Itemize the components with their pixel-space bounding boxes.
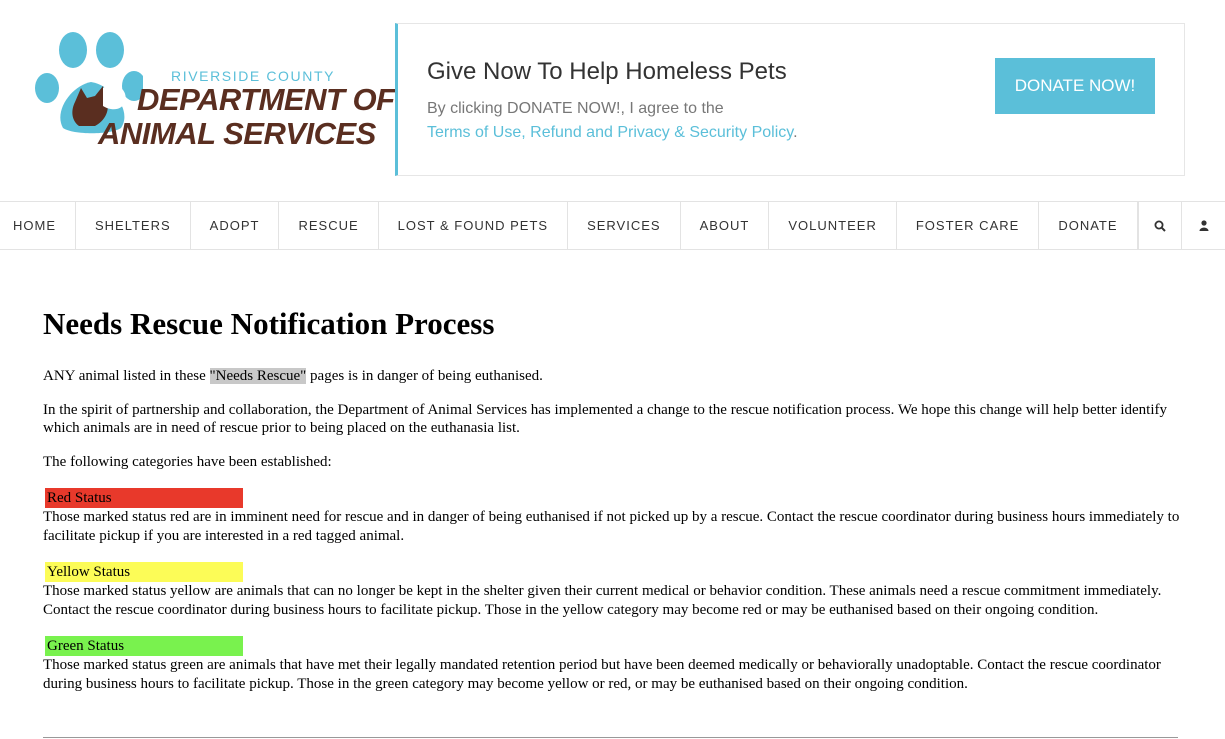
- status-yellow-description: Those marked status yellow are animals t…: [43, 583, 1162, 618]
- nav-about[interactable]: ABOUT: [681, 202, 770, 249]
- nav-donate[interactable]: DONATE: [1039, 202, 1138, 249]
- status-badge-yellow: Yellow Status: [45, 562, 243, 583]
- main-content: Needs Rescue Notification Process ANY an…: [43, 305, 1183, 693]
- status-red-description: Those marked status red are in imminent …: [43, 509, 1180, 544]
- site-logo[interactable]: RIVERSIDE COUNTY DEPARTMENT OF ANIMAL SE…: [33, 30, 395, 155]
- search-button[interactable]: [1137, 202, 1182, 249]
- content-divider: [43, 737, 1178, 738]
- nav-foster-care[interactable]: FOSTER CARE: [897, 202, 1040, 249]
- nav-volunteer[interactable]: VOLUNTEER: [769, 202, 897, 249]
- search-icon: [1154, 220, 1166, 232]
- nav-rescue[interactable]: RESCUE: [279, 202, 379, 249]
- nav-shelters[interactable]: SHELTERS: [76, 202, 191, 249]
- promo-title: Give Now To Help Homeless Pets: [427, 58, 787, 85]
- intro-after: pages is in danger of being euthanised.: [306, 368, 543, 385]
- nav-adopt[interactable]: ADOPT: [191, 202, 280, 249]
- account-button[interactable]: [1181, 202, 1225, 249]
- nav-home[interactable]: HOME: [0, 202, 76, 249]
- status-badge-red: Red Status: [45, 488, 243, 509]
- intro-before: ANY animal listed in these: [43, 368, 210, 385]
- logo-line-1: DEPARTMENT OF: [137, 82, 395, 117]
- needs-rescue-highlight: "Needs Rescue": [209, 368, 307, 385]
- site-header: RIVERSIDE COUNTY DEPARTMENT OF ANIMAL SE…: [0, 0, 1225, 201]
- donate-now-button[interactable]: DONATE NOW!: [995, 58, 1155, 114]
- terms-link[interactable]: Terms of Use, Refund and Privacy & Secur…: [427, 124, 793, 141]
- nav-services[interactable]: SERVICES: [568, 202, 681, 249]
- status-green-description: Those marked status green are animals th…: [43, 657, 1161, 692]
- logo-line-2: ANIMAL SERVICES: [98, 116, 376, 151]
- user-icon: [1199, 220, 1209, 231]
- intro-paragraph: ANY animal listed in these "Needs Rescue…: [43, 367, 1183, 386]
- terms-period: .: [793, 124, 798, 141]
- main-nav: HOME SHELTERS ADOPT RESCUE LOST & FOUND …: [0, 201, 1225, 250]
- donate-promo-box: Give Now To Help Homeless Pets By clicki…: [395, 23, 1185, 176]
- nav-lost-found-pets[interactable]: LOST & FOUND PETS: [379, 202, 569, 249]
- page-title: Needs Rescue Notification Process: [43, 306, 495, 341]
- partnership-paragraph: In the spirit of partnership and collabo…: [43, 401, 1168, 437]
- status-badge-green: Green Status: [45, 636, 243, 657]
- categories-paragraph: The following categories have been estab…: [43, 453, 332, 470]
- promo-terms-line: Terms of Use, Refund and Privacy & Secur…: [427, 124, 798, 142]
- promo-text: By clicking DONATE NOW!, I agree to the: [427, 100, 724, 117]
